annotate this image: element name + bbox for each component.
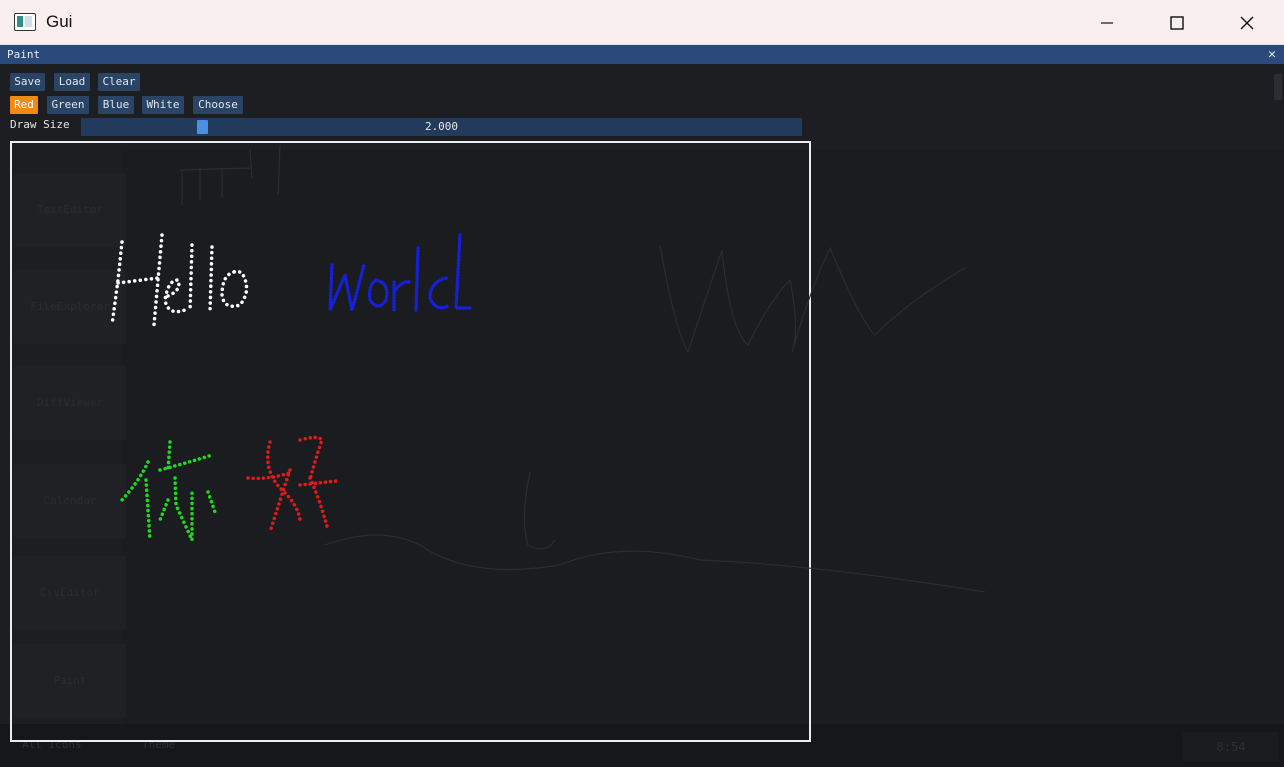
draw-size-label: Draw Size (10, 118, 70, 131)
color-green-button[interactable]: Green (47, 96, 89, 114)
color-blue-button[interactable]: Blue (98, 96, 134, 114)
bg-scrollbar (1274, 74, 1282, 100)
bg-clock: 8:54 (1183, 732, 1279, 762)
color-red-button[interactable]: Red (10, 96, 38, 114)
paint-close-icon[interactable]: ✕ (1268, 45, 1276, 64)
draw-size-slider[interactable]: 2.000 (81, 118, 802, 136)
close-icon (1240, 16, 1254, 29)
maximize-button[interactable] (1142, 0, 1212, 45)
color-choose-button[interactable]: Choose (193, 96, 243, 114)
minimize-icon (1101, 21, 1113, 24)
color-white-button[interactable]: White (142, 96, 184, 114)
paint-window-header: Paint ✕ (0, 45, 1284, 64)
close-button[interactable] (1212, 0, 1282, 45)
clear-button[interactable]: Clear (98, 73, 140, 91)
minimize-button[interactable] (1072, 0, 1142, 45)
window-titlebar: Gui (0, 0, 1284, 45)
paint-canvas[interactable] (10, 141, 811, 742)
app-icon (14, 13, 36, 31)
load-button[interactable]: Load (54, 73, 90, 91)
window-title: Gui (46, 12, 73, 31)
save-button[interactable]: Save (10, 73, 45, 91)
maximize-icon (1170, 15, 1184, 30)
draw-size-value: 2.000 (424, 120, 459, 133)
paint-window-title: Paint (7, 48, 41, 61)
